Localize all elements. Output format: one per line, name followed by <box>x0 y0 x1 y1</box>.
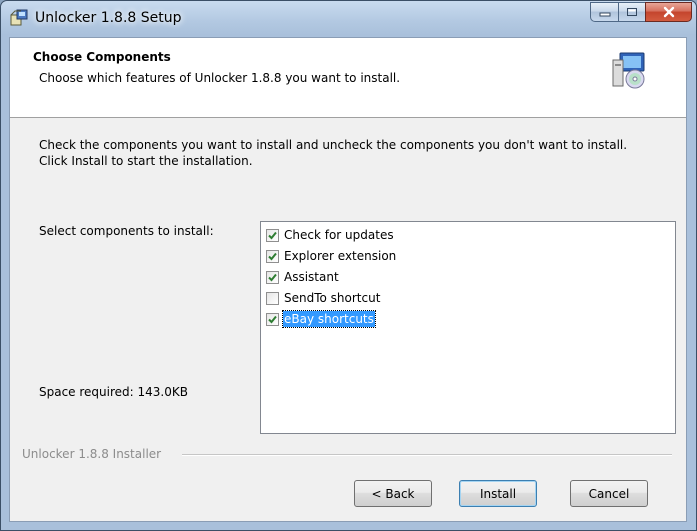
close-icon <box>663 6 674 18</box>
list-item-label: Explorer extension <box>284 249 397 263</box>
list-item[interactable]: Assistant <box>266 268 340 286</box>
title-bar[interactable]: Unlocker 1.8.8 Setup <box>1 1 696 37</box>
list-item[interactable]: eBay shortcuts <box>266 310 376 328</box>
maximize-button[interactable] <box>618 2 645 22</box>
space-required-label: Space required: 143.0KB <box>39 385 188 399</box>
back-button[interactable]: < Back <box>354 480 432 507</box>
caption-buttons <box>590 2 692 24</box>
maximize-icon <box>627 8 637 16</box>
installer-branding: Unlocker 1.8.8 Installer <box>22 447 162 461</box>
checkbox[interactable] <box>266 249 279 263</box>
installer-window: Unlocker 1.8.8 Setup Choose Components C… <box>0 0 697 531</box>
check-icon <box>268 231 277 239</box>
components-list[interactable]: Check for updates Explorer extension Ass… <box>260 221 676 434</box>
list-item-label: Assistant <box>284 270 339 284</box>
minimize-icon <box>599 12 610 17</box>
install-button[interactable]: Install <box>459 480 537 507</box>
page-header: Choose Components Choose which features … <box>10 38 686 118</box>
check-icon <box>268 315 277 323</box>
list-item[interactable]: Check for updates <box>266 226 395 244</box>
back-button-label: < Back <box>371 486 415 501</box>
list-item[interactable]: SendTo shortcut <box>266 289 381 307</box>
window-title: Unlocker 1.8.8 Setup <box>35 10 182 26</box>
list-item-label: eBay shortcuts <box>282 310 376 328</box>
install-button-label: Install <box>479 486 517 501</box>
checkbox[interactable] <box>266 291 279 305</box>
page-subtitle: Choose which features of Unlocker 1.8.8 … <box>39 71 401 85</box>
checkbox[interactable] <box>266 270 279 284</box>
computer-cd-icon <box>608 50 648 90</box>
cancel-button[interactable]: Cancel <box>570 480 648 507</box>
close-button[interactable] <box>645 2 692 22</box>
select-components-label: Select components to install: <box>39 224 214 238</box>
cancel-button-label: Cancel <box>588 486 630 501</box>
list-item-label: Check for updates <box>284 228 394 242</box>
installer-box-icon <box>10 9 28 27</box>
divider <box>182 454 672 456</box>
dialog-client-area: Choose Components Choose which features … <box>9 37 687 522</box>
check-icon <box>268 273 277 281</box>
intro-text: Check the components you want to install… <box>39 138 628 168</box>
list-item[interactable]: Explorer extension <box>266 247 397 265</box>
checkbox[interactable] <box>266 312 279 326</box>
page-title: Choose Components <box>33 50 171 64</box>
checkbox[interactable] <box>266 228 279 242</box>
check-icon <box>268 252 277 260</box>
list-item-label: SendTo shortcut <box>284 291 381 305</box>
minimize-button[interactable] <box>590 2 618 22</box>
